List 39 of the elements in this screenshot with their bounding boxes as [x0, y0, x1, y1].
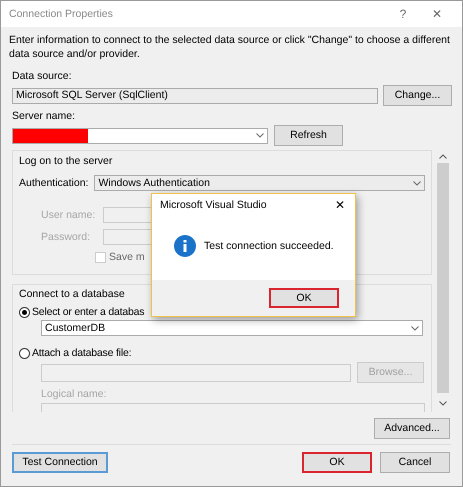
field-label: User name: — [41, 208, 96, 222]
scroll-up-icon[interactable] — [439, 154, 447, 159]
scroll-thumb[interactable] — [437, 163, 449, 393]
data-source-label: Data source: — [12, 70, 73, 83]
server-name-combo[interactable] — [12, 128, 268, 144]
change-button[interactable]: Change... — [383, 85, 452, 106]
data-source-field[interactable]: Microsoft SQL Server (SqlClient) — [12, 88, 378, 104]
authentication-label: Authentication: — [19, 176, 88, 190]
scroll-down-icon[interactable] — [439, 401, 447, 406]
info-icon — [174, 235, 196, 257]
advanced-button[interactable]: Advanced... — [374, 418, 450, 439]
description-text: Enter information to connect to the selected data source or click "Change" to choose a different data source and/or provider. — [8, 33, 451, 61]
test-connection-button[interactable]: Test Connection — [12, 452, 108, 473]
radio-button[interactable] — [19, 307, 30, 318]
group-title: Log on to the server — [19, 155, 112, 167]
database-combo[interactable]: CustomerDB — [41, 320, 423, 336]
authentication-dropdown[interactable]: Windows Authentication — [94, 175, 425, 191]
checkbox-label: Save m — [109, 251, 145, 264]
close-button[interactable]: ✕ — [420, 8, 454, 20]
logical-name-label: Logical name: — [41, 388, 106, 401]
server-name-label: Server name: — [12, 110, 76, 123]
cancel-button[interactable]: Cancel — [380, 452, 450, 473]
ok-button[interactable]: OK — [302, 452, 372, 473]
radio-label: Attach a database file: — [32, 347, 132, 360]
message-text: Test connection succeeded. — [204, 240, 334, 252]
dialog-title: Microsoft Visual Studio — [160, 199, 267, 212]
radio-label: Select or enter a databas — [32, 306, 144, 319]
refresh-button[interactable]: Refresh — [274, 125, 343, 146]
ok-button[interactable]: OK — [269, 288, 339, 308]
checkbox[interactable] — [95, 252, 106, 263]
help-button[interactable]: ? — [386, 8, 420, 20]
file-path-field[interactable] — [41, 364, 351, 382]
close-button[interactable]: ✕ — [335, 199, 345, 212]
window-title: Connection Properties — [9, 8, 114, 20]
input-field[interactable] — [103, 229, 153, 245]
group-title: Connect to a database — [19, 288, 125, 300]
field-label: Password: — [41, 230, 92, 244]
input-field[interactable] — [103, 207, 153, 223]
radio-button[interactable] — [19, 348, 30, 359]
